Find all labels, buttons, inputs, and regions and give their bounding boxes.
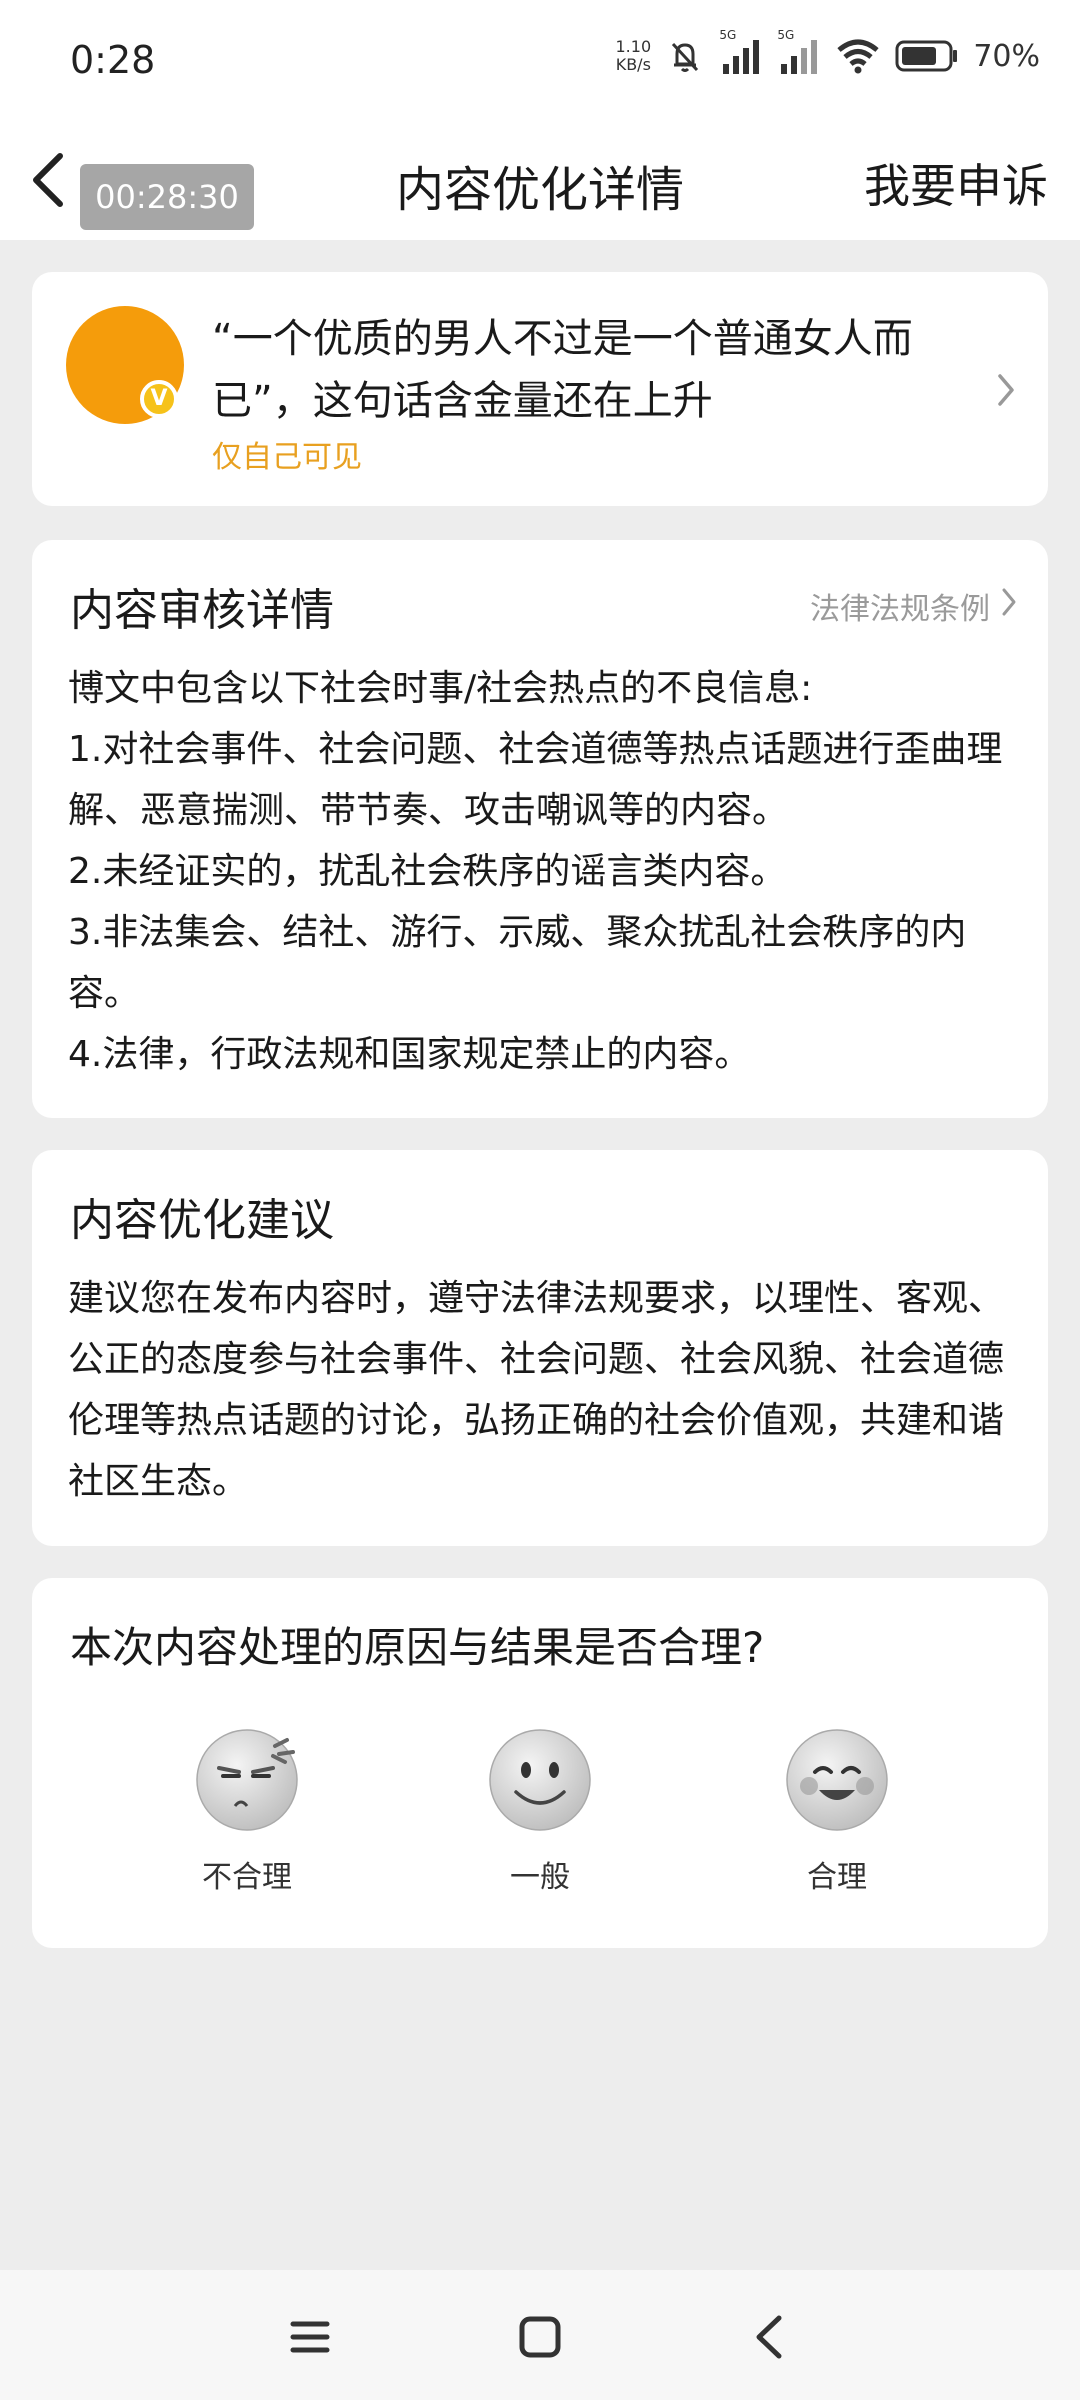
suggestion-body: 建议您在发布内容时，遵守法律法规要求，以理性、客观、公正的态度参与社会事件、社会…: [68, 1278, 1005, 1502]
system-nav-bar: [0, 2270, 1080, 2400]
suggestion-card: 内容优化建议 建议您在发布内容时，遵守法律法规要求，以理性、客观、公正的态度参与…: [32, 1150, 1048, 1546]
status-time: 0:28: [70, 38, 156, 82]
review-item: 1.对社会事件、社会问题、社会道德等热点话题进行歪曲理解、恶意揣测、带节奏、攻击…: [68, 729, 1003, 831]
review-title: 内容审核详情: [70, 585, 334, 636]
review-item: 4.法律，行政法规和国家规定禁止的内容。: [68, 1034, 751, 1075]
status-bar: 0:28 1.10 KB/s 5G 5G 70%: [0, 0, 1080, 120]
signal-icon: 5G: [719, 28, 763, 76]
review-card: 内容审核详情 法律法规条例 博文中包含以下社会时事/社会热点的不良信息: 1.对…: [32, 540, 1048, 1118]
battery-percent: 70%: [973, 38, 1040, 74]
wifi-icon: [835, 36, 881, 76]
nav-back-button[interactable]: [735, 2302, 805, 2372]
back-icon: [756, 2315, 782, 2359]
rating-unreasonable[interactable]: 不合理: [177, 1728, 317, 1896]
rating-label: 合理: [807, 1860, 867, 1895]
home-icon: [519, 2316, 561, 2358]
signal-icon-2: 5G: [777, 28, 821, 76]
header: 00:28:30 内容优化详情 我要申诉: [0, 120, 1080, 240]
signal-5g-label: 5G: [719, 28, 737, 42]
post-card[interactable]: V “一个优质的男人不过是一个普通女人而已”，这句话含金量还在上升 仅自己可见: [32, 272, 1048, 506]
happy-face-icon: [786, 1729, 888, 1831]
rating-label: 不合理: [202, 1860, 292, 1895]
law-link-label: 法律法规条例: [810, 592, 990, 627]
neutral-face-icon: [489, 1729, 591, 1831]
appeal-button[interactable]: 我要申诉: [864, 150, 1048, 216]
suggestion-title: 内容优化建议: [70, 1195, 334, 1246]
menu-icon: [290, 2321, 330, 2353]
chevron-right-icon: [994, 370, 1018, 414]
review-item: 2.未经证实的，扰乱社会秩序的谣言类内容。: [68, 851, 787, 892]
net-speed-value: 1.10: [615, 37, 652, 56]
chevron-right-icon: [1000, 586, 1018, 626]
verified-badge: V: [140, 380, 178, 418]
signal-5g-label-2: 5G: [777, 28, 795, 42]
nav-home-button[interactable]: [505, 2302, 575, 2372]
feedback-question: 本次内容处理的原因与结果是否合理?: [70, 1623, 765, 1672]
review-body: 博文中包含以下社会时事/社会热点的不良信息: 1.对社会事件、社会问题、社会道德…: [68, 658, 1018, 1085]
review-item: 3.非法集会、结社、游行、示威、聚众扰乱社会秩序的内容。: [68, 912, 967, 1014]
review-intro: 博文中包含以下社会时事/社会热点的不良信息:: [68, 668, 813, 709]
net-speed: 1.10 KB/s: [615, 37, 652, 74]
post-visibility: 仅自己可见: [212, 440, 362, 475]
rating-average[interactable]: 一般: [470, 1728, 610, 1896]
battery-icon: [895, 38, 959, 74]
rating-reasonable[interactable]: 合理: [767, 1728, 907, 1896]
law-regulations-link[interactable]: 法律法规条例: [810, 584, 1018, 628]
status-icons: 1.10 KB/s 5G 5G 70%: [615, 28, 1040, 76]
net-speed-unit: KB/s: [615, 55, 651, 74]
feedback-card: 本次内容处理的原因与结果是否合理? 不合理 一般 合理: [32, 1578, 1048, 1948]
mute-bell-icon: [665, 36, 705, 76]
post-text: “一个优质的男人不过是一个普通女人而已”，这句话含金量还在上升: [212, 316, 913, 424]
nav-menu-button[interactable]: [275, 2302, 345, 2372]
rating-label: 一般: [510, 1860, 570, 1895]
angry-face-icon: [196, 1729, 298, 1831]
